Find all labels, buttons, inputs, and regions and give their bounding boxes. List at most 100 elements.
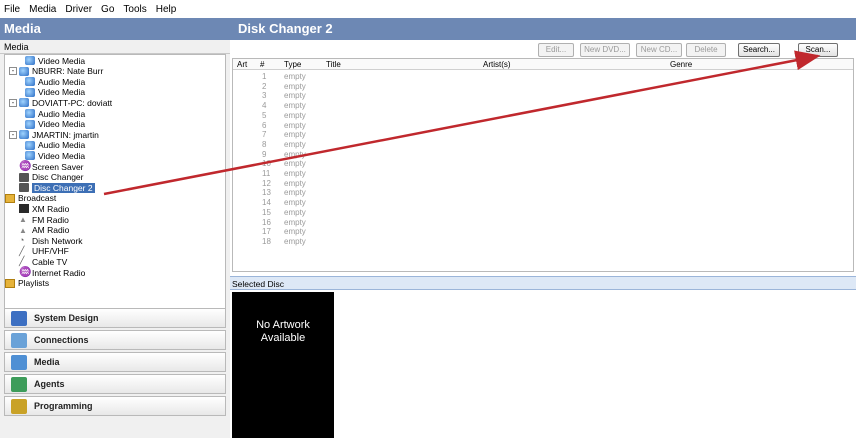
- table-row[interactable]: 2 empty: [233, 82, 853, 92]
- tree-item-uhf-vhf[interactable]: ╱ UHF/VHF: [9, 246, 69, 256]
- menu-media[interactable]: Media: [29, 4, 56, 15]
- nav-button-media[interactable]: Media: [4, 352, 226, 372]
- tree-item-audio-media[interactable]: Audio Media: [25, 140, 85, 150]
- table-row[interactable]: 14 empty: [233, 198, 853, 208]
- left-panel-title: Media: [0, 18, 230, 40]
- tree-item-video-media[interactable]: Video Media: [25, 87, 85, 97]
- fm-radio-icon: ▲: [19, 215, 27, 224]
- tree-item-video-media[interactable]: Video Media: [25, 151, 85, 161]
- menu-help[interactable]: Help: [156, 4, 177, 15]
- tree-item-label: Video Media: [38, 55, 86, 66]
- tree-item-label: Internet Radio: [32, 267, 86, 278]
- collapse-toggle-icon[interactable]: -: [9, 98, 17, 107]
- column-header-artists[interactable]: Artist(s): [483, 59, 511, 70]
- new-dvd-button[interactable]: New DVD...: [580, 43, 630, 57]
- column-header-title[interactable]: Title: [326, 59, 341, 70]
- table-row[interactable]: 3 empty: [233, 91, 853, 101]
- tree-item-label: NBURR: Nate Burr: [32, 66, 104, 77]
- tree-item-nburr-nate-burr[interactable]: - NBURR: Nate Burr: [9, 66, 103, 76]
- nav-button-agents[interactable]: Agents: [4, 374, 226, 394]
- row-type: empty: [284, 72, 306, 81]
- tree-item-disc-changer-2[interactable]: Disc Changer 2: [9, 182, 95, 193]
- tree-item-label: Video Media: [38, 119, 86, 130]
- left-panel: Media Media Video Media - NBURR: Nate Burr…: [0, 18, 230, 438]
- row-number: 4: [262, 101, 267, 111]
- disc-changer-icon: [19, 172, 29, 182]
- table-row[interactable]: 12 empty: [233, 179, 853, 189]
- nav-button-programming[interactable]: Programming: [4, 396, 226, 416]
- tree-item-label: XM Radio: [32, 203, 70, 214]
- search-button[interactable]: Search...: [738, 43, 780, 57]
- table-row[interactable]: 8 empty: [233, 140, 853, 150]
- delete-button[interactable]: Delete: [686, 43, 726, 57]
- tree-item-dish-network[interactable]: ◔ Dish Network: [9, 236, 83, 246]
- xm-radio-icon: [19, 204, 29, 214]
- tree-item-video-media[interactable]: Video Media: [25, 56, 85, 66]
- table-row[interactable]: 7 empty: [233, 130, 853, 140]
- nav-button-system-design[interactable]: System Design: [4, 308, 226, 328]
- tree-item-internet-radio[interactable]: ♒ Internet Radio: [9, 268, 85, 278]
- tree-item-doviatt-pc-doviatt[interactable]: - DOVIATT-PC: doviatt: [9, 98, 112, 108]
- row-type: empty: [284, 198, 306, 208]
- tree-item-cable-tv[interactable]: ╱ Cable TV: [9, 257, 67, 267]
- disc-table[interactable]: Art # Type Title Artist(s) Genre 1 empty 2…: [232, 58, 854, 272]
- table-row[interactable]: 17 empty: [233, 227, 853, 237]
- antenna-icon: ╱: [19, 245, 25, 256]
- media-tree[interactable]: Video Media - NBURR: Nate Burr Audio Media V…: [4, 54, 226, 316]
- tree-item-jmartin-jmartin[interactable]: - JMARTIN: jmartin: [9, 130, 99, 140]
- media-icon: [25, 119, 35, 129]
- menu-tools[interactable]: Tools: [123, 4, 146, 15]
- table-row[interactable]: 5 empty: [233, 111, 853, 121]
- table-row[interactable]: 6 empty: [233, 121, 853, 131]
- internet-radio-icon: ♒: [19, 267, 32, 278]
- nav-button-connections[interactable]: Connections: [4, 330, 226, 350]
- row-number: 15: [262, 207, 271, 217]
- menu-file[interactable]: File: [4, 4, 20, 15]
- row-type: empty: [284, 91, 306, 101]
- table-row[interactable]: 15 empty: [233, 208, 853, 218]
- tree-item-label: Video Media: [38, 150, 86, 161]
- media-icon: [25, 77, 35, 87]
- tree-item-label: Screen Saver: [32, 161, 84, 172]
- tree-item-disc-changer[interactable]: Disc Changer: [9, 172, 84, 182]
- collapse-toggle-icon[interactable]: -: [9, 67, 17, 76]
- table-row[interactable]: 9 empty: [233, 150, 853, 160]
- tree-item-am-radio[interactable]: ▲ AM Radio: [9, 225, 69, 235]
- column-header-type[interactable]: Type: [284, 59, 301, 70]
- table-row[interactable]: 4 empty: [233, 101, 853, 111]
- tree-item-audio-media[interactable]: Audio Media: [25, 109, 85, 119]
- table-row[interactable]: 13 empty: [233, 188, 853, 198]
- row-number: 16: [262, 217, 271, 227]
- tree-item-playlists[interactable]: Playlists: [5, 278, 49, 288]
- table-row[interactable]: 1 empty: [233, 72, 853, 82]
- menu-driver[interactable]: Driver: [65, 4, 92, 15]
- row-number: 9: [262, 149, 267, 159]
- media-nav-icon: [11, 354, 27, 370]
- tree-item-label: Audio Media: [38, 76, 86, 87]
- column-header-art[interactable]: Art: [237, 59, 247, 70]
- tree-item-video-media[interactable]: Video Media: [25, 119, 85, 129]
- menu-go[interactable]: Go: [101, 4, 114, 15]
- tree-item-fm-radio[interactable]: ▲ FM Radio: [9, 215, 69, 225]
- nav-button-label: Media: [34, 357, 60, 367]
- tree-item-screen-saver[interactable]: ♒ Screen Saver: [9, 162, 84, 172]
- edit-button[interactable]: Edit...: [538, 43, 574, 57]
- tree-item-audio-media[interactable]: Audio Media: [25, 77, 85, 87]
- tree-item-label: Video Media: [38, 87, 86, 98]
- row-number: 14: [262, 198, 271, 208]
- column-header-genre[interactable]: Genre: [670, 59, 692, 70]
- row-number: 10: [262, 159, 271, 169]
- tree-item-xm-radio[interactable]: XM Radio: [9, 204, 69, 214]
- table-row[interactable]: 11 empty: [233, 169, 853, 179]
- collapse-toggle-icon[interactable]: -: [9, 130, 17, 139]
- table-row[interactable]: 16 empty: [233, 218, 853, 228]
- folder-icon: [5, 278, 15, 288]
- table-row[interactable]: 18 empty: [233, 237, 853, 247]
- tree-item-broadcast[interactable]: Broadcast: [5, 193, 56, 203]
- agents-icon: [11, 376, 27, 392]
- scan-button[interactable]: Scan...: [798, 43, 838, 57]
- new-cd-button[interactable]: New CD...: [636, 43, 682, 57]
- table-row[interactable]: 10 empty: [233, 159, 853, 169]
- column-header-number[interactable]: #: [260, 59, 264, 70]
- row-number: 7: [262, 130, 267, 140]
